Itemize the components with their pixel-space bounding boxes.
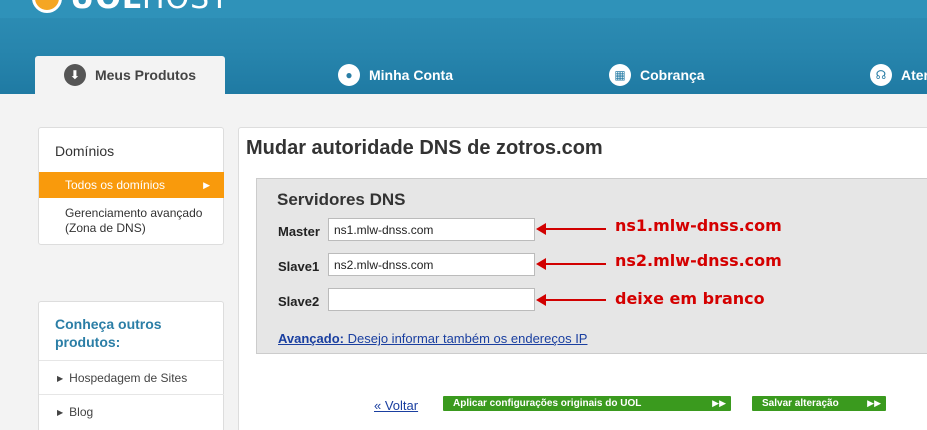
double-chevron-right-icon: ▶▶	[712, 398, 726, 408]
tab-minha-conta[interactable]: ● Minha Conta	[338, 56, 453, 94]
master-label: Master	[278, 224, 320, 239]
logo-text: UOLHOST	[70, 0, 230, 16]
arrow-left-icon	[536, 223, 606, 235]
slave1-label: Slave1	[278, 259, 320, 274]
bullet-right-icon: ▶	[57, 374, 64, 383]
tab-cobranca[interactable]: ▦ Cobrança	[609, 56, 705, 94]
sidebar-item-hospedagem[interactable]: ▶ Hospedagem de Sites	[39, 360, 224, 394]
arrow-left-icon	[536, 294, 606, 306]
save-button[interactable]: Salvar alteração ▶▶	[752, 396, 886, 411]
sidebar-products-title: Conheça outros produtos:	[55, 316, 162, 350]
calculator-icon: ▦	[609, 64, 631, 86]
sidebar-item-blog[interactable]: ▶ Blog	[39, 394, 224, 428]
advanced-ip-link[interactable]: Avançado: Desejo informar também os ende…	[278, 331, 587, 346]
headset-icon: ☊	[870, 64, 892, 86]
tab-label: Minha Conta	[369, 67, 453, 83]
sidebar-item-zona-dns[interactable]: Gerenciamento avançado (Zona de DNS)	[65, 206, 215, 236]
tab-label: Cobrança	[640, 67, 705, 83]
top-header: UOLHOST ⬇ Meus Produtos ● Minha Conta ▦ …	[0, 0, 927, 94]
tab-meus-produtos[interactable]: ⬇ Meus Produtos	[35, 56, 225, 94]
download-icon: ⬇	[63, 64, 86, 86]
bullet-right-icon: ▶	[57, 408, 64, 417]
back-link[interactable]: « Voltar	[374, 398, 418, 413]
sidebar-products: Conheça outros produtos: ▶ Hospedagem de …	[38, 301, 224, 430]
uolhost-logo[interactable]: UOLHOST	[32, 0, 230, 16]
user-icon: ●	[338, 64, 360, 86]
dns-servers-box: Servidores DNS Master ns1.mlw-dnss.com S…	[256, 178, 927, 354]
tab-label: Meus Produtos	[94, 67, 197, 83]
tab-label: Ater	[901, 67, 927, 83]
master-input[interactable]	[328, 218, 535, 241]
sidebar-domains-title: Domínios	[55, 143, 115, 159]
apply-original-config-button[interactable]: Aplicar configurações originais do UOL ▶…	[443, 396, 731, 411]
page-title: Mudar autoridade DNS de zotros.com	[246, 137, 603, 159]
slave2-label: Slave2	[278, 294, 320, 309]
slave2-annotation: deixe em branco	[615, 289, 765, 308]
slave1-annotation: ns2.mlw-dnss.com	[615, 251, 782, 270]
arrow-right-icon: ▶	[203, 180, 210, 190]
main-panel: Mudar autoridade DNS de zotros.com Servi…	[238, 127, 927, 430]
arrow-left-icon	[536, 258, 606, 270]
dns-servers-title: Servidores DNS	[277, 190, 406, 209]
double-chevron-right-icon: ▶▶	[867, 398, 881, 408]
tab-atendimento[interactable]: ☊ Ater	[870, 56, 927, 94]
sidebar-domains: Domínios Todos os domínios ▶ Gerenciamen…	[38, 127, 224, 245]
logo-mark-icon	[32, 0, 62, 13]
sidebar-item-todos-dominios[interactable]: Todos os domínios ▶	[39, 172, 224, 198]
slave2-input[interactable]	[328, 288, 535, 311]
slave1-input[interactable]	[328, 253, 535, 276]
master-annotation: ns1.mlw-dnss.com	[615, 216, 782, 235]
